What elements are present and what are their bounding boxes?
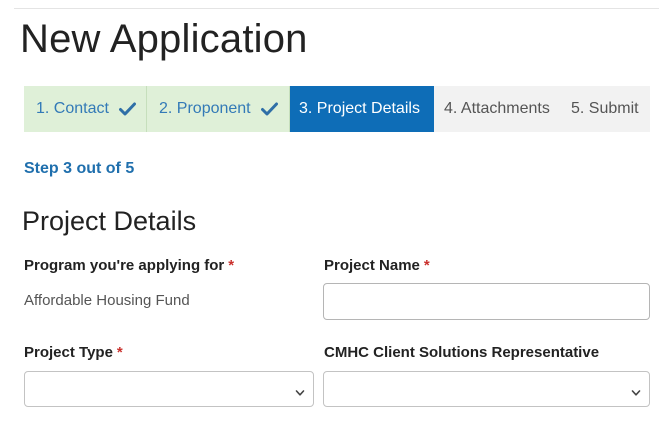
step-label: 4. Attachments [444,100,550,117]
project-name-label: Project Name * [324,257,430,274]
cmhc-rep-label-text: CMHC Client Solutions Representative [324,344,600,361]
project-name-label-text: Project Name [324,257,420,274]
project-type-label: Project Type * [24,344,123,361]
step-attachments[interactable]: 4. Attachments [434,86,562,132]
step-label: 5. Submit [571,100,639,117]
step-project-details[interactable]: 3. Project Details [290,86,434,132]
step-label: 1. Contact [36,100,109,117]
chevron-down-icon [631,385,641,396]
check-icon [118,102,136,116]
step-submit[interactable]: 5. Submit [562,86,650,132]
required-mark: * [228,257,235,274]
cmhc-rep-label: CMHC Client Solutions Representative [324,344,599,361]
program-label-text: Program you're applying for [24,257,225,274]
section-title: Project Details [22,206,197,236]
step-counter: Step 3 out of 5 [24,160,135,177]
chevron-down-icon [295,385,305,396]
project-name-input[interactable] [323,283,650,320]
cmhc-rep-select[interactable] [323,371,650,407]
step-label: 3. Project Details [299,100,420,117]
program-value: Affordable Housing Fund [24,292,190,309]
step-label: 2. Proponent [159,100,251,117]
step-contact[interactable]: 1. Contact [24,86,147,132]
project-type-label-text: Project Type [24,344,113,361]
page-title: New Application [20,17,308,61]
program-label: Program you're applying for * [24,257,234,274]
wizard-stepper: 1. Contact 2. Proponent 3. Project Detai… [24,86,650,132]
top-divider [14,8,659,9]
check-icon [260,102,278,116]
step-proponent[interactable]: 2. Proponent [147,86,290,132]
required-mark: * [423,257,430,274]
required-mark: * [116,344,123,361]
project-type-select[interactable] [24,371,314,407]
